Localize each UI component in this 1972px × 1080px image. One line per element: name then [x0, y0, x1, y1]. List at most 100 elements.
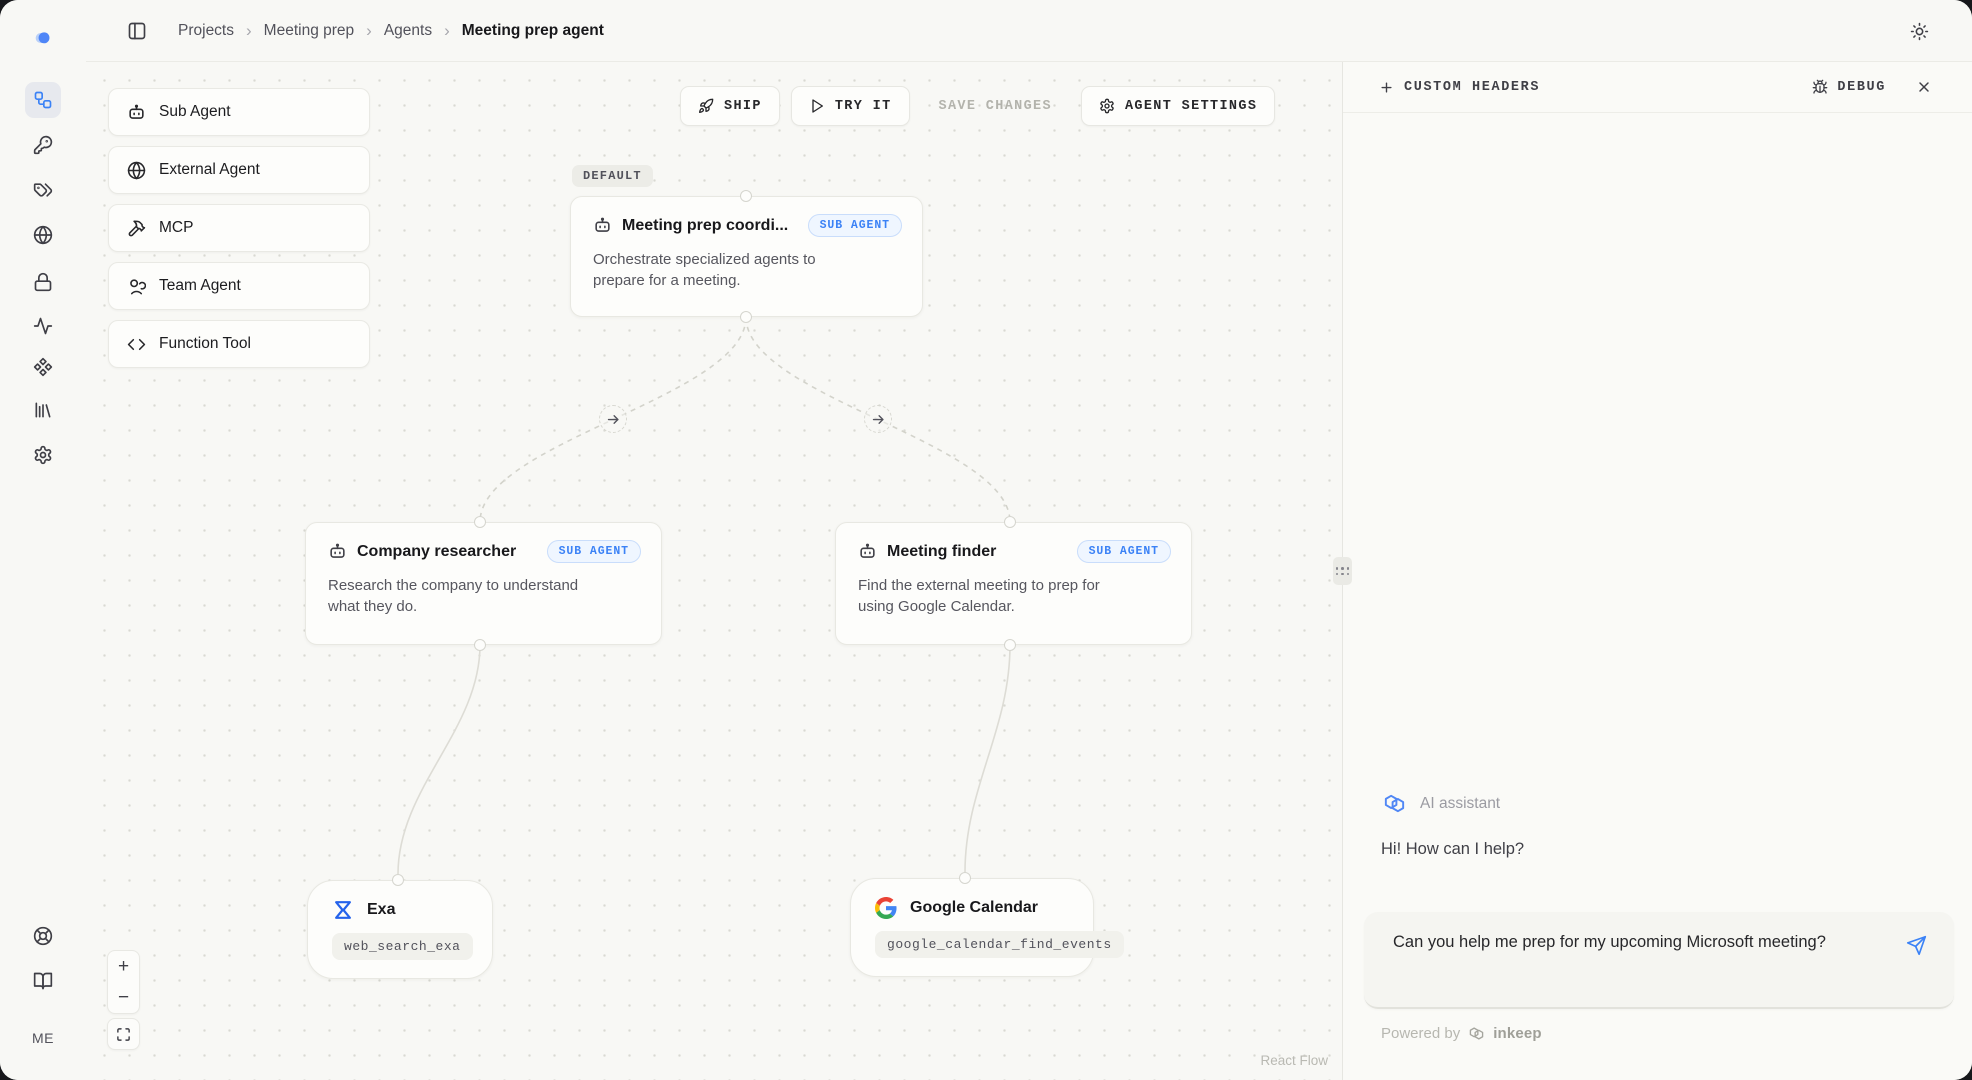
node-handle[interactable]	[474, 639, 486, 651]
chat-input[interactable]: Can you help me prep for my upcoming Mic…	[1364, 912, 1954, 1009]
agent-settings-button[interactable]: AGENT SETTINGS	[1081, 86, 1275, 126]
node-title: Google Calendar	[910, 899, 1038, 917]
node-handle[interactable]	[740, 311, 752, 323]
nav-credentials[interactable]	[25, 172, 61, 208]
bot-icon	[127, 103, 146, 122]
nav-security[interactable]	[25, 264, 61, 300]
breadcrumb-agents[interactable]: Agents	[384, 22, 432, 40]
inkeep-logo[interactable]	[25, 20, 61, 56]
sub-agent-badge: SUB AGENT	[808, 214, 902, 237]
node-company-researcher[interactable]: Company researcher SUB AGENT Research th…	[305, 522, 662, 645]
nav-settings[interactable]	[25, 437, 61, 473]
node-description: Research the company to understand what …	[306, 563, 606, 618]
ship-label: SHIP	[724, 99, 762, 114]
node-google-calendar-tool[interactable]: Google Calendar google_calendar_find_eve…	[850, 878, 1094, 977]
node-title: Company researcher	[357, 543, 516, 561]
node-meeting-finder[interactable]: Meeting finder SUB AGENT Find the extern…	[835, 522, 1192, 645]
palette-item-label: Function Tool	[159, 335, 251, 353]
nav-activity[interactable]	[25, 308, 61, 344]
panel-resize-handle[interactable]	[1333, 557, 1352, 585]
rocket-icon	[698, 98, 714, 114]
exa-logo-icon	[332, 899, 354, 921]
node-handle[interactable]	[1004, 639, 1016, 651]
palette-item-sub-agent[interactable]: Sub Agent	[108, 88, 370, 136]
code-icon	[127, 335, 146, 354]
bot-icon	[593, 216, 612, 235]
nav-api-keys[interactable]	[25, 127, 61, 163]
palette-item-label: Sub Agent	[159, 103, 231, 121]
flow-canvas[interactable]: Sub Agent External Agent MCP Team Agent	[86, 62, 1342, 1080]
send-button[interactable]	[1903, 932, 1929, 958]
palette-item-label: External Agent	[159, 161, 260, 179]
nav-external[interactable]	[25, 217, 61, 253]
save-changes-label: SAVE CHANGES	[939, 99, 1052, 114]
logo-icon	[33, 28, 53, 48]
palette-item-function-tool[interactable]: Function Tool	[108, 320, 370, 368]
icon-rail: ME	[0, 0, 86, 1080]
node-title: Exa	[367, 901, 395, 919]
breadcrumb: Projects › Meeting prep › Agents › Meeti…	[178, 21, 604, 41]
gear-icon	[1099, 98, 1115, 114]
chevron-right-icon: ›	[444, 21, 450, 41]
powered-by[interactable]: Powered by inkeep	[1381, 1024, 1542, 1043]
nav-components[interactable]	[25, 349, 61, 385]
node-handle[interactable]	[1004, 516, 1016, 528]
node-handle[interactable]	[392, 874, 404, 886]
bot-icon	[328, 542, 347, 561]
react-flow-attribution[interactable]: React Flow	[1260, 1053, 1328, 1068]
tool-id-pill: google_calendar_find_events	[875, 931, 1124, 958]
theme-toggle[interactable]	[1904, 16, 1934, 46]
sidebar-toggle-icon[interactable]	[122, 16, 152, 46]
chat-panel: CUSTOM HEADERS DEBUG	[1343, 62, 1972, 1080]
agent-settings-label: AGENT SETTINGS	[1125, 99, 1257, 114]
custom-headers-button[interactable]: CUSTOM HEADERS	[1379, 80, 1540, 95]
globe-icon	[127, 161, 146, 180]
breadcrumb-meeting-prep[interactable]: Meeting prep	[264, 22, 354, 40]
node-handle[interactable]	[959, 872, 971, 884]
play-icon	[809, 98, 825, 114]
sun-icon	[1910, 22, 1929, 41]
node-handle[interactable]	[474, 516, 486, 528]
try-it-button[interactable]: TRY IT	[791, 86, 910, 126]
bug-icon	[1812, 79, 1828, 95]
bot-icon	[858, 542, 877, 561]
sub-agent-badge: SUB AGENT	[547, 540, 641, 563]
components-icon	[33, 357, 53, 377]
inkeep-mark-icon	[1381, 790, 1408, 817]
user-avatar[interactable]: ME	[0, 1030, 86, 1046]
page-title: Meeting prep agent	[462, 22, 604, 40]
life-buoy-icon	[33, 926, 53, 946]
debug-button[interactable]: DEBUG	[1812, 79, 1886, 95]
nav-docs[interactable]	[25, 963, 61, 999]
node-title: Meeting finder	[887, 543, 996, 561]
sub-agent-badge: SUB AGENT	[1077, 540, 1171, 563]
assistant-header: AI assistant	[1381, 790, 1500, 817]
nav-library[interactable]	[25, 392, 61, 428]
close-icon	[1916, 79, 1932, 95]
node-meeting-prep-coordinator[interactable]: Meeting prep coordi... SUB AGENT Orchest…	[570, 196, 923, 317]
nav-graph[interactable]	[25, 82, 61, 118]
ship-button[interactable]: SHIP	[680, 86, 780, 126]
zoom-out-button[interactable]: −	[108, 982, 139, 1013]
palette-item-mcp[interactable]: MCP	[108, 204, 370, 252]
close-panel-button[interactable]	[1912, 75, 1936, 99]
inkeep-mark-icon	[1467, 1024, 1486, 1043]
panel-left-icon	[127, 21, 147, 41]
palette-item-team-agent[interactable]: Team Agent	[108, 262, 370, 310]
zoom-in-button[interactable]: +	[108, 951, 139, 982]
breadcrumb-projects[interactable]: Projects	[178, 22, 234, 40]
palette-item-external-agent[interactable]: External Agent	[108, 146, 370, 194]
plus-icon	[1379, 80, 1394, 95]
chat-panel-header: CUSTOM HEADERS DEBUG	[1343, 62, 1972, 113]
agent-builder-app: ME Projects › Meeting prep › Agents › Me…	[0, 0, 1972, 1080]
node-exa-tool[interactable]: Exa web_search_exa	[307, 880, 493, 979]
node-title: Meeting prep coordi...	[622, 217, 788, 235]
save-changes-button[interactable]: SAVE CHANGES	[921, 86, 1070, 126]
custom-headers-label: CUSTOM HEADERS	[1404, 80, 1540, 95]
fit-view-button[interactable]	[107, 1018, 140, 1050]
chat-input-value: Can you help me prep for my upcoming Mic…	[1364, 912, 1954, 956]
nav-help[interactable]	[25, 918, 61, 954]
workflow-icon	[33, 90, 53, 110]
tool-id-pill: web_search_exa	[332, 933, 473, 960]
node-handle[interactable]	[740, 190, 752, 202]
